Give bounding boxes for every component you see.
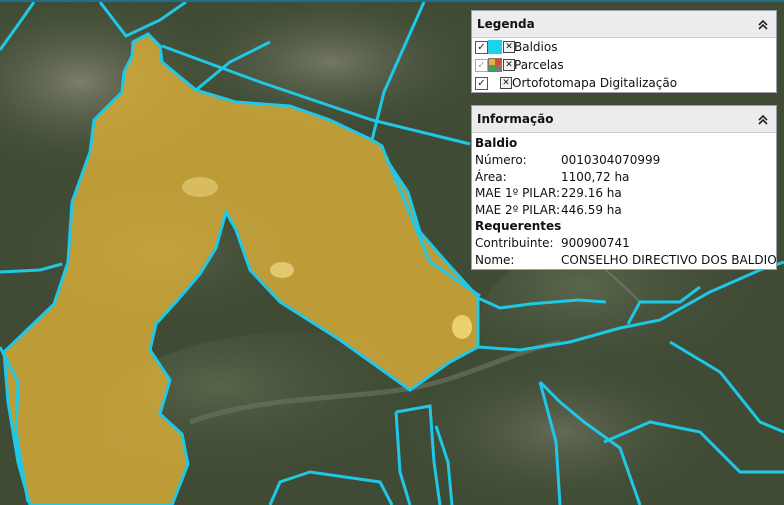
contribuinte-value: 900900741	[561, 236, 630, 250]
mae2-row: MAE 2º PILAR: 446.59 ha	[475, 202, 776, 219]
nome-row: Nome: CONSELHO DIRECTIVO DOS BALDIOS	[475, 252, 776, 269]
layer-checkbox-baldios[interactable]: ✓	[475, 41, 488, 54]
nome-value: CONSELHO DIRECTIVO DOS BALDIOS	[561, 252, 777, 267]
layer-checkbox-parcelas[interactable]: ✓	[475, 59, 488, 72]
layer-checkbox-ortofotomapa[interactable]: ✓	[475, 77, 488, 90]
info-header[interactable]: Informação	[472, 106, 776, 133]
close-icon[interactable]: ✕	[500, 77, 512, 89]
mae2-label: MAE 2º PILAR:	[475, 202, 561, 217]
legend-panel: Legenda ✓ ✕ Baldios ✓ ✕ Parcelas ✓ ✕ Ort…	[471, 10, 777, 93]
legend-layer-label: Ortofotomapa Digitalização	[512, 76, 678, 90]
legend-layer-label: Parcelas	[514, 58, 564, 72]
mae1-row: MAE 1º PILAR: 229.16 ha	[475, 185, 776, 202]
area-value: 1100,72 ha	[561, 169, 630, 184]
information-panel: Informação Baldio Número: 0010304070999 …	[471, 105, 777, 270]
numero-row: Número: 0010304070999	[475, 152, 776, 169]
mae1-label: MAE 1º PILAR:	[475, 186, 561, 200]
contribuinte-label: Contribuinte:	[475, 236, 554, 250]
baldio-heading: Baldio	[475, 136, 518, 150]
parcelas-swatch-icon	[488, 58, 502, 72]
numero-value: 0010304070999	[561, 153, 661, 167]
area-label: Área:	[475, 169, 507, 184]
requerentes-heading: Requerentes	[475, 219, 562, 233]
mae1-value: 229.16 ha	[561, 186, 622, 200]
info-title: Informação	[477, 112, 554, 126]
legend-layer-baldios: ✓ ✕ Baldios	[472, 39, 776, 57]
legend-header[interactable]: Legenda	[472, 11, 776, 38]
mae2-value: 446.59 ha	[561, 202, 622, 217]
contribuinte-row: Contribuinte: 900900741	[475, 235, 776, 252]
area-row: Área: 1100,72 ha	[475, 169, 776, 186]
double-chevron-up-icon[interactable]	[758, 11, 768, 38]
legend-layer-ortofotomapa: ✓ ✕ Ortofotomapa Digitalização	[472, 75, 776, 93]
nome-label: Nome:	[475, 252, 515, 267]
numero-label: Número:	[475, 153, 527, 167]
legend-layer-parcelas: ✓ ✕ Parcelas	[472, 57, 776, 75]
double-chevron-up-icon[interactable]	[758, 106, 768, 133]
legend-title: Legenda	[477, 17, 535, 31]
legend-layer-label: Baldios	[514, 40, 558, 54]
baldios-swatch-icon	[488, 40, 502, 54]
